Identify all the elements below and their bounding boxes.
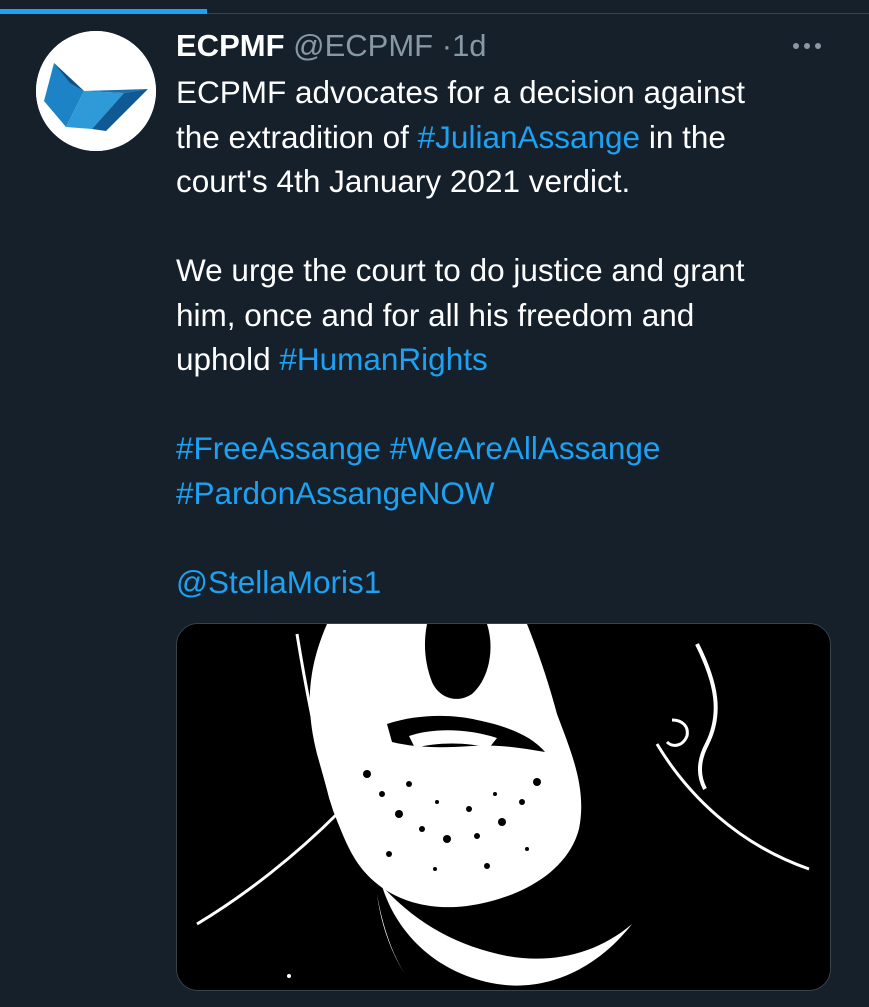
- tab-indicator: [0, 9, 207, 14]
- ecpmf-logo-icon: [36, 31, 156, 151]
- text-span: him, once and for all his freedom and: [176, 296, 695, 333]
- tweet-line: ECPMF advocates for a decision against: [176, 70, 846, 115]
- more-horizontal-icon[interactable]: [792, 38, 828, 54]
- avatar[interactable]: [36, 31, 156, 151]
- tweet-line: the extradition of #JulianAssange in the: [176, 115, 846, 160]
- tweet-line: #PardonAssangeNOW: [176, 471, 846, 516]
- tweet-line: @StellaMoris1: [176, 560, 846, 605]
- timestamp[interactable]: 1d: [452, 28, 486, 63]
- mention-link[interactable]: @StellaMoris1: [176, 564, 381, 600]
- tweet-line: #FreeAssange #WeAreAllAssange: [176, 426, 846, 471]
- separator-dot: ·: [441, 28, 453, 63]
- tweet-text: ECPMF advocates for a decision against t…: [176, 70, 846, 604]
- tweet-header: ECPMF @ECPMF ·1d: [176, 26, 487, 66]
- display-name[interactable]: ECPMF: [176, 28, 285, 63]
- portrait-illustration-icon: [177, 624, 830, 990]
- hashtag-link[interactable]: #PardonAssangeNOW: [176, 475, 495, 511]
- hashtag-link[interactable]: #JulianAssange: [418, 119, 640, 155]
- tweet-media-image[interactable]: [176, 623, 831, 991]
- tweet-line: We urge the court to do justice and gran…: [176, 248, 846, 293]
- tweet-line: uphold #HumanRights: [176, 337, 846, 382]
- hashtag-link[interactable]: #WeAreAllAssange: [390, 430, 661, 466]
- text-span: court's 4th January 2021 verdict.: [176, 163, 631, 199]
- text-span: ECPMF advocates for a decision against: [176, 74, 746, 110]
- text-span: in the: [640, 118, 726, 155]
- text-span: uphold: [176, 341, 280, 377]
- hashtag-link[interactable]: #HumanRights: [279, 341, 487, 377]
- tweet-line: him, once and for all his freedom and: [176, 293, 846, 338]
- user-handle[interactable]: @ECPMF: [293, 28, 433, 63]
- tweet-line: court's 4th January 2021 verdict.: [176, 159, 846, 204]
- text-span: the extradition of: [176, 118, 418, 155]
- text-span: We urge the court to do justice and gran…: [176, 252, 745, 288]
- hashtag-link[interactable]: #FreeAssange: [176, 430, 381, 466]
